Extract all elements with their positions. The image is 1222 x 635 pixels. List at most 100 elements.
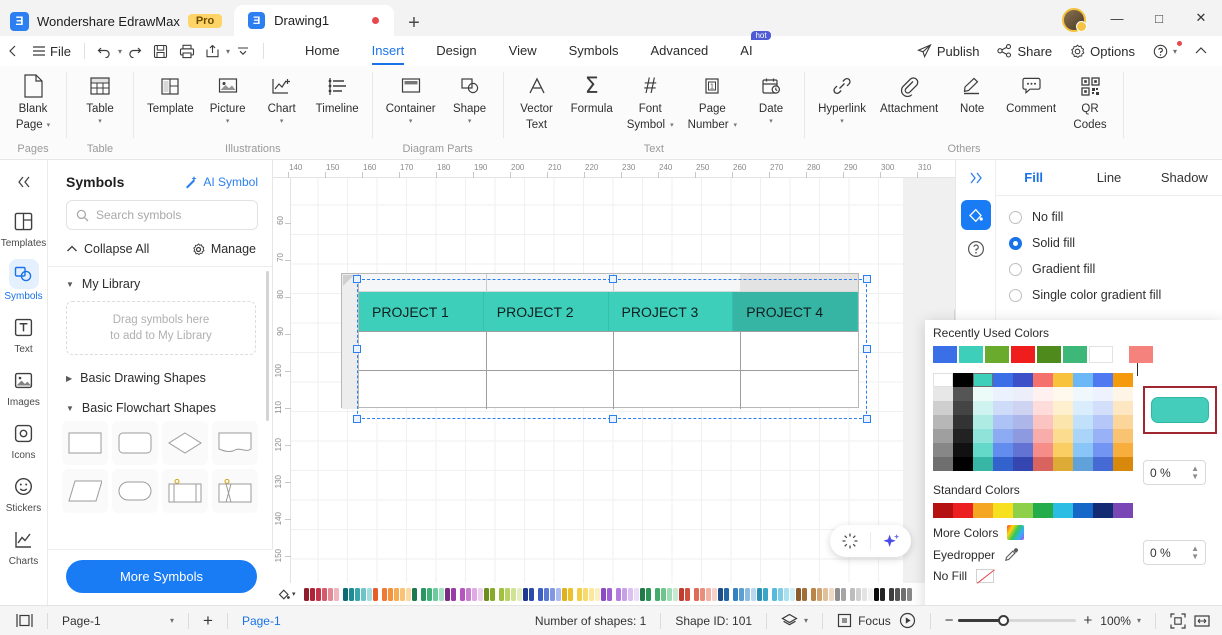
palette-color-swatch[interactable] [933,443,953,457]
palette-color-swatch[interactable] [1073,457,1093,471]
quick-color-swatch[interactable] [646,588,651,601]
quick-color-swatch[interactable] [466,588,471,601]
ai-symbol-button[interactable]: AI Symbol [184,175,258,189]
palette-color-swatch[interactable] [1033,429,1053,443]
palette-color-swatch[interactable] [1093,457,1113,471]
no-fill-row[interactable]: No Fill [925,562,1222,583]
quick-color-swatch[interactable] [583,588,588,601]
quick-color-swatch[interactable] [589,588,594,601]
palette-color-swatch[interactable] [1093,373,1113,387]
standard-color-swatch[interactable] [1053,503,1073,518]
quick-color-swatch[interactable] [445,588,450,601]
quick-color-swatch[interactable] [505,588,510,601]
layers-button[interactable]: ▾ [777,613,812,629]
zoom-in-button[interactable]: + [1076,612,1097,629]
palette-color-swatch[interactable] [1033,401,1053,415]
file-menu-button[interactable]: File [26,44,77,59]
quick-color-swatch[interactable] [460,588,465,601]
palette-color-swatch[interactable] [993,387,1013,401]
quick-color-swatch[interactable] [511,588,516,601]
vector-text-button[interactable]: Vector Text [510,66,564,132]
quick-color-swatch[interactable] [412,588,417,601]
section-my-library[interactable]: ▼ My Library [48,267,272,291]
palette-color-swatch[interactable] [1013,429,1033,443]
collapse-panel-button[interactable] [7,168,41,196]
help-button[interactable]: ▾ [1146,41,1184,62]
qr-codes-button[interactable]: QR Codes [1063,66,1117,132]
quick-color-swatch[interactable] [388,588,393,601]
ai-assistant-button[interactable] [871,525,911,557]
color-preview-chip[interactable] [1151,397,1209,423]
palette-color-swatch[interactable] [1033,443,1053,457]
quick-color-swatch[interactable] [712,588,717,601]
quick-color-swatch[interactable] [835,588,840,601]
quick-color-swatch[interactable] [427,588,432,601]
sidebar-item-symbols[interactable]: Symbols [2,253,46,306]
timeline-button[interactable]: Timeline [309,66,366,116]
palette-color-swatch[interactable] [1113,401,1133,415]
radio-solid-fill[interactable] [1009,237,1022,250]
recent-color-swatch[interactable] [933,346,957,363]
recent-color-swatch[interactable] [1063,346,1087,363]
my-library-drop-area[interactable]: Drag symbols here to add to My Library [66,301,256,355]
quick-color-swatch[interactable] [868,588,873,601]
quick-color-swatch[interactable] [382,588,387,601]
palette-color-swatch[interactable] [1093,429,1113,443]
tab-line[interactable]: Line [1071,170,1146,185]
palette-color-swatch[interactable] [1093,443,1113,457]
quick-color-swatch[interactable] [901,588,906,601]
quick-color-swatch[interactable] [529,588,534,601]
shape-data[interactable] [62,469,108,513]
quick-color-swatch[interactable] [310,588,315,601]
blank-page-button[interactable]: Blank Page ▾ [6,66,60,132]
quick-color-swatch[interactable] [706,588,711,601]
transparency-stepper-top[interactable]: 0 % ▲▼ [1143,460,1206,485]
recent-color-swatch[interactable] [959,346,983,363]
recent-color-swatch[interactable] [1037,346,1061,363]
sidebar-item-stickers[interactable]: Stickers [2,465,46,518]
quick-color-swatch[interactable] [601,588,606,601]
palette-color-swatch[interactable] [933,429,953,443]
quick-color-swatch[interactable] [739,588,744,601]
palette-color-swatch[interactable] [1013,401,1033,415]
standard-color-swatches[interactable] [925,503,1222,518]
sidebar-item-templates[interactable]: Templates [2,200,46,253]
collapse-ribbon-button[interactable] [1188,38,1214,64]
quick-color-swatch[interactable] [655,588,660,601]
palette-color-swatch[interactable] [973,429,993,443]
standard-color-swatch[interactable] [993,503,1013,518]
quick-color-swatch[interactable] [862,588,867,601]
quick-color-swatch[interactable] [796,588,801,601]
palette-color-swatch[interactable] [933,373,953,387]
selection-handle-bl[interactable] [353,415,361,423]
palette-color-swatch[interactable] [1113,415,1133,429]
quick-color-swatch[interactable] [406,588,411,601]
tab-fill[interactable]: Fill [996,170,1071,185]
palette-color-swatch[interactable] [1013,415,1033,429]
transparency-stepper-bottom[interactable]: 0 % ▲▼ [1143,540,1206,565]
tab-ai[interactable]: AI hot [724,39,768,63]
palette-color-swatch[interactable] [1113,387,1133,401]
back-button[interactable] [0,38,26,64]
quick-color-swatch[interactable] [568,588,573,601]
palette-color-swatch[interactable] [993,401,1013,415]
standard-color-swatch[interactable] [1073,503,1093,518]
palette-color-swatch[interactable] [1053,429,1073,443]
quick-color-swatch[interactable] [895,588,900,601]
section-basic-flowchart-shapes[interactable]: ▼ Basic Flowchart Shapes [48,385,272,415]
close-button[interactable]: ✕ [1180,2,1222,34]
selection-handle-tr[interactable] [863,275,871,283]
palette-color-swatch[interactable] [973,401,993,415]
quick-color-swatch[interactable] [823,588,828,601]
palette-color-swatch[interactable] [1073,443,1093,457]
zoom-slider[interactable] [958,619,1076,622]
quick-color-swatch[interactable] [667,588,672,601]
quick-color-swatch[interactable] [694,588,699,601]
quick-color-swatch[interactable] [562,588,567,601]
canvas-area[interactable]: 140 150 160 170 180 190 200 210 220 230 … [273,160,963,605]
standard-color-swatch[interactable] [1013,503,1033,518]
standard-color-swatch[interactable] [973,503,993,518]
quick-color-swatch[interactable] [499,588,504,601]
formula-button[interactable]: Σ Formula [564,66,620,116]
zoom-level-dropdown[interactable]: 100% ▾ [1096,614,1145,628]
